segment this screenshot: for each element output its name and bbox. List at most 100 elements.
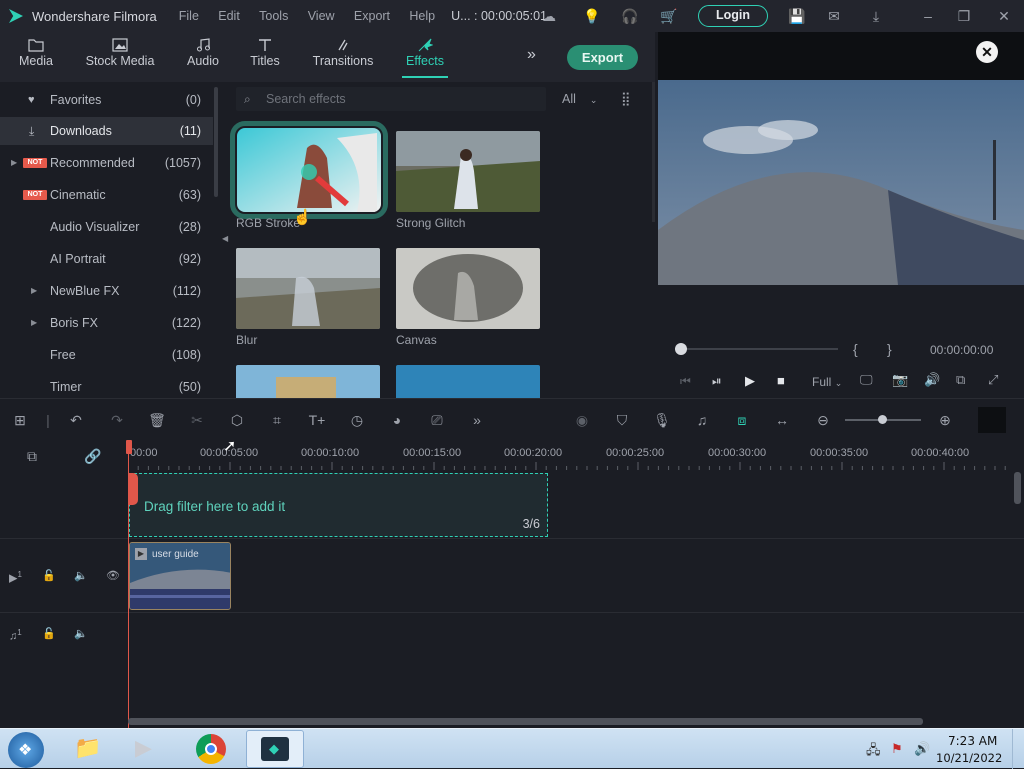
effect-thumb-partial[interactable]	[236, 365, 380, 398]
tab-effects[interactable]: Effects	[402, 32, 448, 82]
volume-icon[interactable]: 🔊	[924, 372, 940, 388]
pip-icon[interactable]: ⧉	[956, 372, 965, 388]
fullscreen-icon[interactable]: ⤢	[988, 372, 998, 388]
menu-edit[interactable]: Edit	[218, 9, 240, 23]
shield-icon[interactable]: ⛉	[613, 411, 631, 429]
close-preview-button[interactable]: ✕	[976, 41, 998, 63]
step-back-icon[interactable]: ⏮	[680, 374, 691, 389]
more-tools-icon[interactable]: »	[468, 411, 486, 429]
sidebar-item-recommended[interactable]: ▶ NOT Recommended (1057)	[0, 149, 213, 177]
playhead[interactable]	[128, 440, 129, 728]
menu-file[interactable]: File	[179, 9, 199, 23]
clock-time[interactable]: 7:23 AM	[948, 734, 997, 748]
stop-icon[interactable]: ■	[777, 373, 785, 388]
search-bar[interactable]: ⌕ Search effects	[236, 87, 546, 111]
snapshot-icon[interactable]: 📷	[892, 372, 908, 388]
more-tabs-icon[interactable]: »	[527, 46, 536, 64]
cut-icon[interactable]: ✂	[188, 411, 206, 429]
lock-icon[interactable]: 🔓	[42, 627, 56, 640]
action-center-icon[interactable]: ⚑	[891, 741, 903, 757]
chrome-icon[interactable]	[196, 734, 226, 764]
sidebar-item-boris-fx[interactable]: ▶ Boris FX (122)	[0, 309, 213, 337]
sidebar-item-audio-visualizer[interactable]: Audio Visualizer (28)	[0, 213, 213, 241]
play-icon[interactable]: ▶	[745, 373, 755, 389]
step-forward-icon[interactable]: ⏯	[712, 374, 722, 389]
speaker-icon[interactable]: 🔈	[74, 569, 88, 582]
sidebar-item-newblue-fx[interactable]: ▶ NewBlue FX (112)	[0, 277, 213, 305]
eye-icon[interactable]: 👁	[106, 569, 120, 582]
render-icon[interactable]: ◉	[573, 411, 591, 429]
collapse-panel-icon[interactable]: ◀	[222, 234, 228, 243]
tab-stock-media[interactable]: Stock Media	[84, 32, 156, 82]
sidebar-item-free[interactable]: Free (108)	[0, 341, 213, 369]
sidebar-item-favorites[interactable]: ♥ Favorites (0)	[0, 86, 213, 114]
music-list-icon[interactable]: ♫	[693, 411, 711, 429]
effect-thumb-partial[interactable]	[396, 365, 540, 398]
expand-arrow-icon[interactable]: ▶	[11, 149, 17, 177]
effect-thumb-strong-glitch[interactable]	[396, 131, 540, 212]
tab-audio[interactable]: Audio	[185, 32, 221, 82]
link-icon[interactable]: 🔗	[84, 448, 101, 465]
grid-view-icon[interactable]: ⣿	[621, 91, 631, 107]
green-screen-icon[interactable]: ⎚	[428, 411, 446, 429]
tab-media[interactable]: Media	[15, 32, 57, 82]
sidebar-item-cinematic[interactable]: NOT Cinematic (63)	[0, 181, 213, 209]
color-palette-icon[interactable]: ◕	[388, 411, 406, 429]
preview-progress-handle[interactable]	[675, 343, 687, 355]
redo-icon[interactable]: ↷	[108, 411, 126, 429]
menu-export[interactable]: Export	[354, 9, 390, 23]
add-track-icon[interactable]: ⧉	[27, 448, 37, 465]
save-icon[interactable]: 💾	[788, 8, 805, 24]
mark-in-button[interactable]: {	[853, 341, 858, 357]
tag-icon[interactable]: ⬡	[228, 411, 246, 429]
filmora-taskbar-button[interactable]: ◆	[246, 730, 304, 768]
search-input[interactable]: Search effects	[266, 92, 346, 106]
filter-dropdown[interactable]: All ⌄	[562, 92, 597, 106]
zoom-slider-handle[interactable]	[878, 415, 887, 424]
effect-thumb-blur[interactable]	[236, 248, 380, 329]
mail-icon[interactable]: ✉	[826, 8, 842, 24]
text-add-icon[interactable]: T+	[308, 411, 326, 429]
sidebar-scrollbar[interactable]	[214, 87, 218, 197]
speaker-icon[interactable]: 🔈	[74, 627, 88, 640]
media-player-icon[interactable]: ▶	[135, 735, 152, 761]
export-button[interactable]: Export	[567, 45, 638, 70]
expand-arrow-icon[interactable]: ▶	[31, 277, 37, 305]
layout-icon[interactable]: ⊞	[11, 411, 29, 429]
snap-icon[interactable]: ⧈	[733, 411, 751, 429]
file-explorer-icon[interactable]: 📁	[74, 735, 101, 761]
zoom-out-icon[interactable]: ⊖	[814, 411, 832, 429]
quality-dropdown[interactable]: Full ⌄	[812, 375, 842, 389]
headset-icon[interactable]: 🎧	[621, 8, 638, 24]
effect-thumb-rgb-stroke[interactable]	[230, 121, 388, 219]
timeline-horizontal-scrollbar[interactable]	[128, 718, 923, 725]
sidebar-item-ai-portrait[interactable]: AI Portrait (92)	[0, 245, 213, 273]
login-button[interactable]: Login	[698, 5, 768, 27]
restore-icon[interactable]: ❐	[956, 8, 972, 24]
tab-transitions[interactable]: Transitions	[312, 32, 374, 82]
volume-tray-icon[interactable]: 🔊	[914, 741, 930, 757]
fit-width-icon[interactable]: ↔	[773, 411, 791, 429]
menu-view[interactable]: View	[308, 9, 335, 23]
expand-arrow-icon[interactable]: ▶	[31, 309, 37, 337]
show-desktop-button[interactable]	[1012, 729, 1024, 769]
playhead-handle[interactable]	[126, 440, 132, 454]
video-clip[interactable]: ▶ user guide	[129, 542, 231, 610]
bulb-icon[interactable]: 💡	[583, 8, 600, 24]
sidebar-item-timer[interactable]: Timer (50)	[0, 373, 213, 398]
cloud-icon[interactable]: ☁	[541, 8, 557, 24]
sidebar-item-downloads[interactable]: ⤓ Downloads (11)	[0, 117, 213, 145]
zoom-in-icon[interactable]: ⊕	[936, 411, 954, 429]
monitor-icon[interactable]: 🖵	[860, 372, 873, 388]
preview-progress-track[interactable]	[680, 348, 838, 350]
mark-out-button[interactable]: }	[887, 341, 892, 357]
network-icon[interactable]: 🖧	[866, 741, 881, 763]
download-icon[interactable]: ⤓	[868, 8, 884, 24]
undo-icon[interactable]: ↶	[67, 411, 85, 429]
close-window-icon[interactable]: ✕	[996, 8, 1012, 24]
minimize-icon[interactable]: –	[920, 8, 936, 24]
start-button[interactable]: ❖	[8, 732, 44, 768]
menu-tools[interactable]: Tools	[259, 9, 288, 23]
effects-scrollbar[interactable]	[652, 82, 655, 222]
speed-icon[interactable]: ◷	[348, 411, 366, 429]
